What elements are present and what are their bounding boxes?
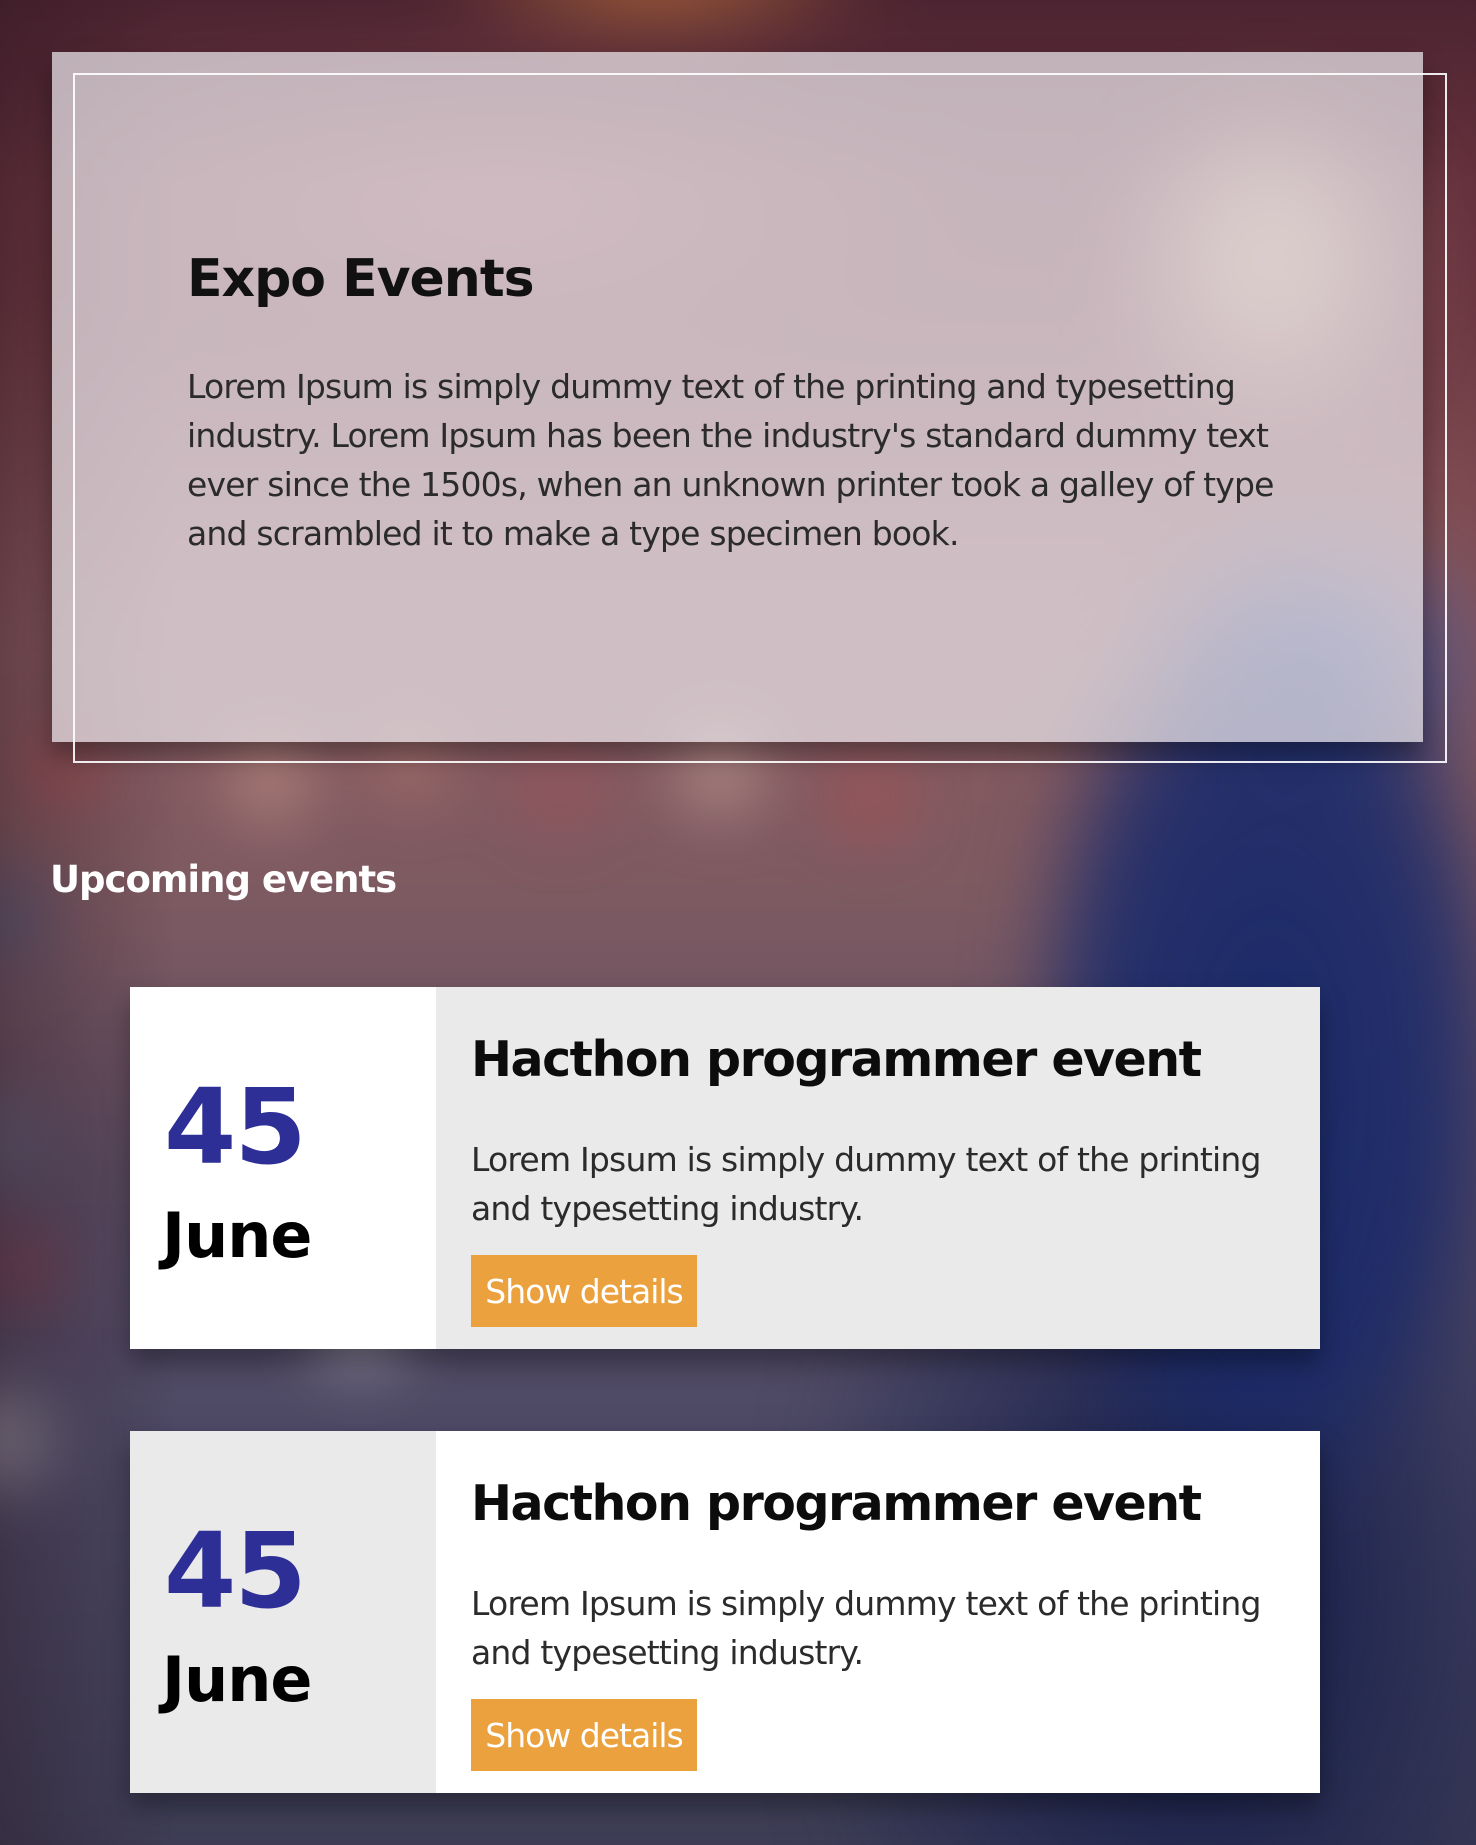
- event-title: Hacthon programmer event: [471, 1031, 1202, 1088]
- upcoming-events-heading: Upcoming events: [50, 858, 397, 901]
- event-info: Hacthon programmer event Lorem Ipsum is …: [436, 1431, 1320, 1793]
- event-description: Lorem Ipsum is simply dummy text of the …: [471, 1584, 1261, 1672]
- event-card: 45 June Hacthon programmer event Lorem I…: [130, 987, 1320, 1349]
- event-date: 45 June: [130, 1431, 436, 1793]
- hero-description: Lorem Ipsum is simply dummy text of the …: [187, 367, 1274, 553]
- event-day: 45: [164, 1066, 307, 1188]
- event-card: 45 June Hacthon programmer event Lorem I…: [130, 1431, 1320, 1793]
- event-day: 45: [164, 1510, 307, 1632]
- event-info: Hacthon programmer event Lorem Ipsum is …: [436, 987, 1320, 1349]
- event-description: Lorem Ipsum is simply dummy text of the …: [471, 1140, 1261, 1228]
- hero-title: Expo Events: [187, 249, 535, 309]
- show-details-button[interactable]: Show details: [471, 1255, 697, 1327]
- event-month: June: [162, 1643, 312, 1716]
- event-month: June: [162, 1199, 312, 1272]
- event-date: 45 June: [130, 987, 436, 1349]
- show-details-button[interactable]: Show details: [471, 1699, 697, 1771]
- event-title: Hacthon programmer event: [471, 1475, 1202, 1532]
